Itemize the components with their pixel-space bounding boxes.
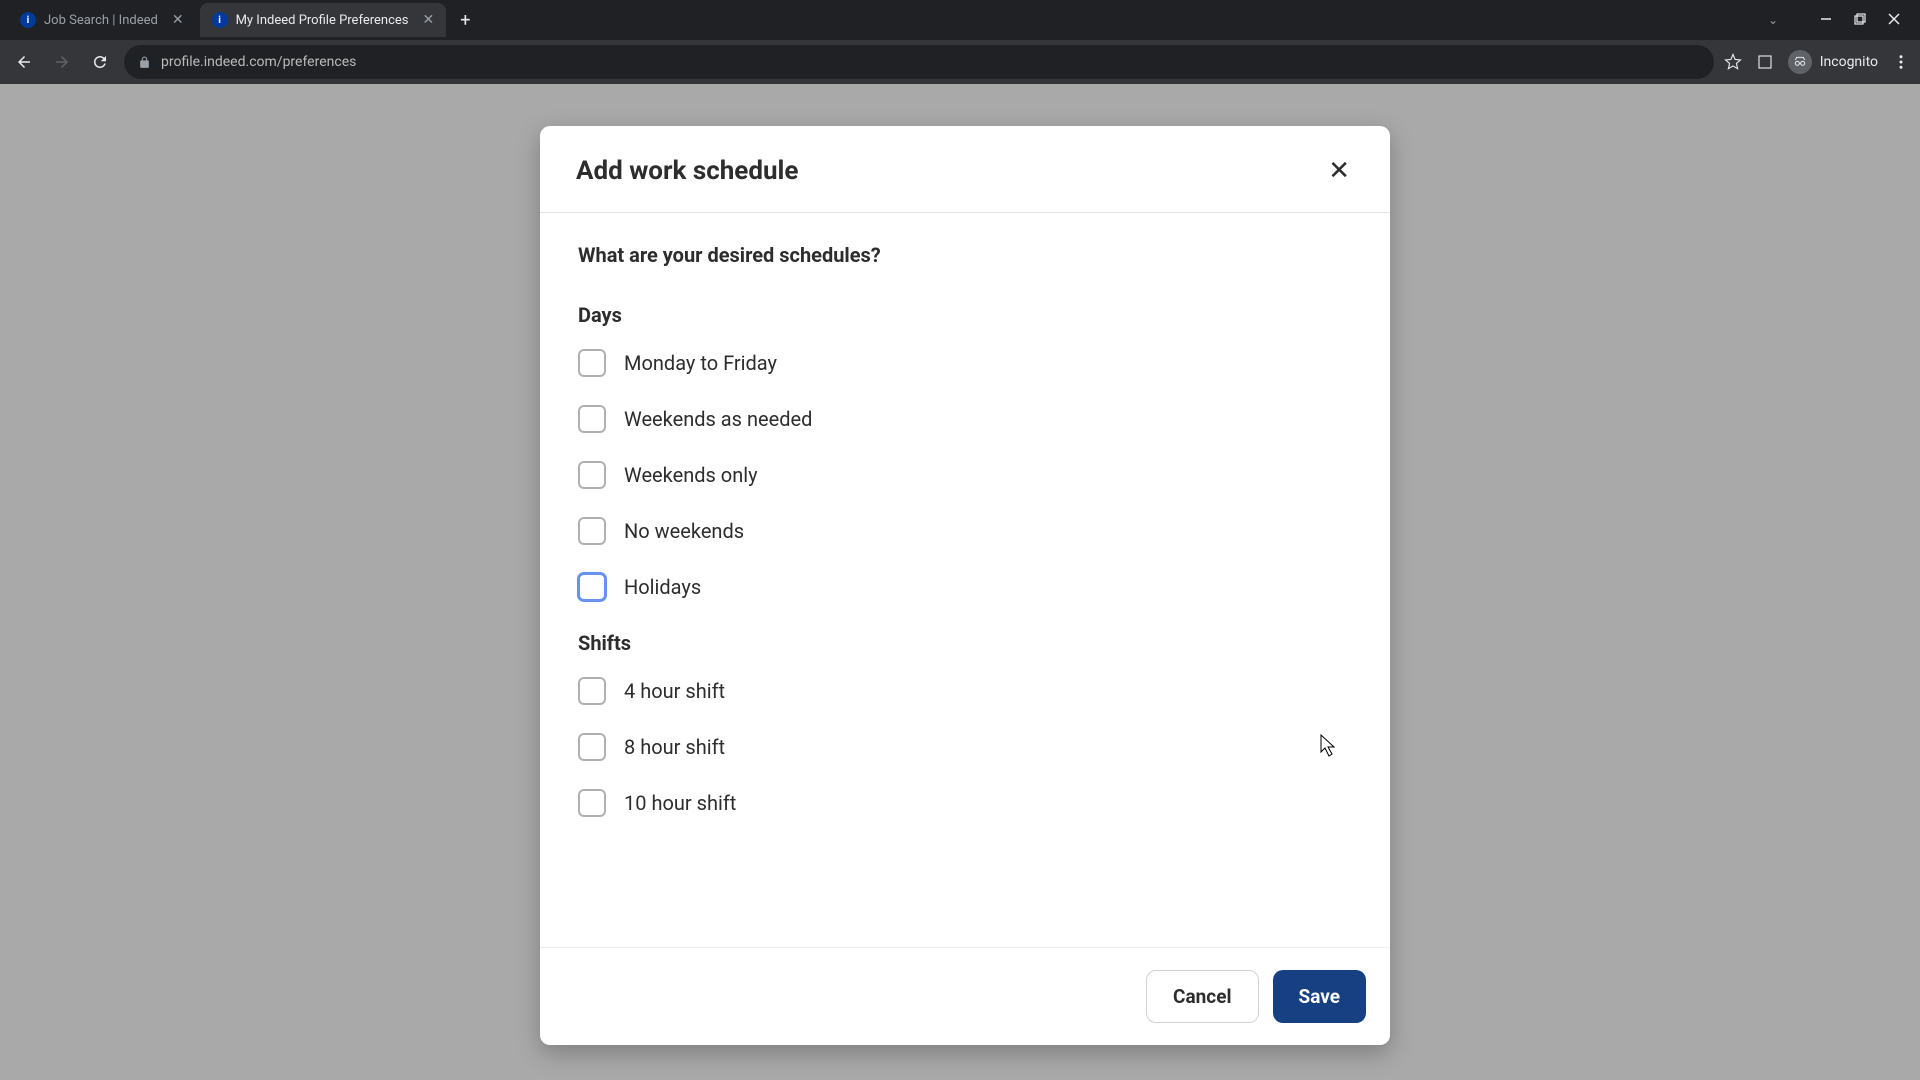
checkbox-row-10-hour-shift[interactable]: 10 hour shift: [578, 789, 1352, 817]
checkbox[interactable]: [578, 733, 606, 761]
checkbox[interactable]: [578, 405, 606, 433]
checkbox[interactable]: [578, 517, 606, 545]
checkbox-label: Monday to Friday: [624, 351, 777, 375]
indeed-favicon-icon: i: [212, 12, 228, 28]
checkbox-row-monday-friday[interactable]: Monday to Friday: [578, 349, 1352, 377]
address-bar[interactable]: profile.indeed.com/preferences: [124, 45, 1714, 79]
lock-icon: [138, 56, 151, 69]
incognito-label: Incognito: [1820, 54, 1878, 70]
incognito-icon: [1788, 50, 1812, 74]
url-text: profile.indeed.com/preferences: [161, 54, 356, 70]
checkbox[interactable]: [578, 789, 606, 817]
tab-close-icon[interactable]: ✕: [422, 12, 434, 28]
section-title-days: Days: [578, 303, 1352, 327]
window-controls: ⌄: [1768, 13, 1912, 27]
checkbox-label: 10 hour shift: [624, 791, 736, 815]
checkbox-label: Weekends only: [624, 463, 758, 487]
modal-title: Add work schedule: [576, 156, 798, 186]
modal-header: Add work schedule ✕: [540, 126, 1390, 213]
checkbox-row-4-hour-shift[interactable]: 4 hour shift: [578, 677, 1352, 705]
tab-search-icon[interactable]: ⌄: [1768, 13, 1778, 27]
checkbox-row-weekends-only[interactable]: Weekends only: [578, 461, 1352, 489]
browser-toolbar: profile.indeed.com/preferences Incognito: [0, 40, 1920, 84]
tab-job-search[interactable]: i Job Search | Indeed ✕: [8, 3, 196, 37]
checkbox-label: 4 hour shift: [624, 679, 725, 703]
checkbox-row-holidays[interactable]: Holidays: [578, 573, 1352, 601]
work-schedule-modal: Add work schedule ✕ What are your desire…: [540, 126, 1390, 1045]
browser-tab-strip: i Job Search | Indeed ✕ i My Indeed Prof…: [0, 0, 1920, 40]
kebab-menu-icon[interactable]: [1892, 53, 1910, 71]
section-title-shifts: Shifts: [578, 631, 1352, 655]
back-button[interactable]: [10, 48, 38, 76]
incognito-badge[interactable]: Incognito: [1788, 50, 1878, 74]
window-close-button[interactable]: [1888, 13, 1900, 27]
modal-body[interactable]: What are your desired schedules? Days Mo…: [540, 213, 1390, 947]
close-icon[interactable]: ✕: [1324, 154, 1354, 188]
page-backdrop: Add work schedule ✕ What are your desire…: [0, 84, 1920, 1080]
checkbox-row-8-hour-shift[interactable]: 8 hour shift: [578, 733, 1352, 761]
tab-profile-preferences[interactable]: i My Indeed Profile Preferences ✕: [200, 3, 447, 37]
maximize-button[interactable]: [1854, 13, 1866, 27]
modal-footer: Cancel Save: [540, 947, 1390, 1045]
modal-question: What are your desired schedules?: [578, 243, 1352, 267]
cancel-button[interactable]: Cancel: [1146, 970, 1258, 1023]
reload-button[interactable]: [86, 48, 114, 76]
checkbox-row-weekends-as-needed[interactable]: Weekends as needed: [578, 405, 1352, 433]
checkbox-row-no-weekends[interactable]: No weekends: [578, 517, 1352, 545]
checkbox-label: Weekends as needed: [624, 407, 812, 431]
checkbox-label: No weekends: [624, 519, 744, 543]
forward-button[interactable]: [48, 48, 76, 76]
checkbox[interactable]: [578, 461, 606, 489]
tab-title: Job Search | Indeed: [44, 13, 158, 28]
tab-title: My Indeed Profile Preferences: [236, 13, 409, 28]
scroll-spacer: [578, 845, 1352, 947]
checkbox[interactable]: [578, 677, 606, 705]
tab-close-icon[interactable]: ✕: [172, 12, 184, 28]
new-tab-button[interactable]: +: [450, 10, 480, 31]
checkbox-label: Holidays: [624, 575, 701, 599]
bookmark-icon[interactable]: [1724, 53, 1742, 71]
checkbox-label: 8 hour shift: [624, 735, 725, 759]
save-button[interactable]: Save: [1273, 970, 1367, 1023]
checkbox[interactable]: [578, 349, 606, 377]
checkbox[interactable]: [578, 573, 606, 601]
indeed-favicon-icon: i: [20, 12, 36, 28]
minimize-button[interactable]: [1820, 13, 1832, 27]
extensions-icon[interactable]: [1756, 53, 1774, 71]
